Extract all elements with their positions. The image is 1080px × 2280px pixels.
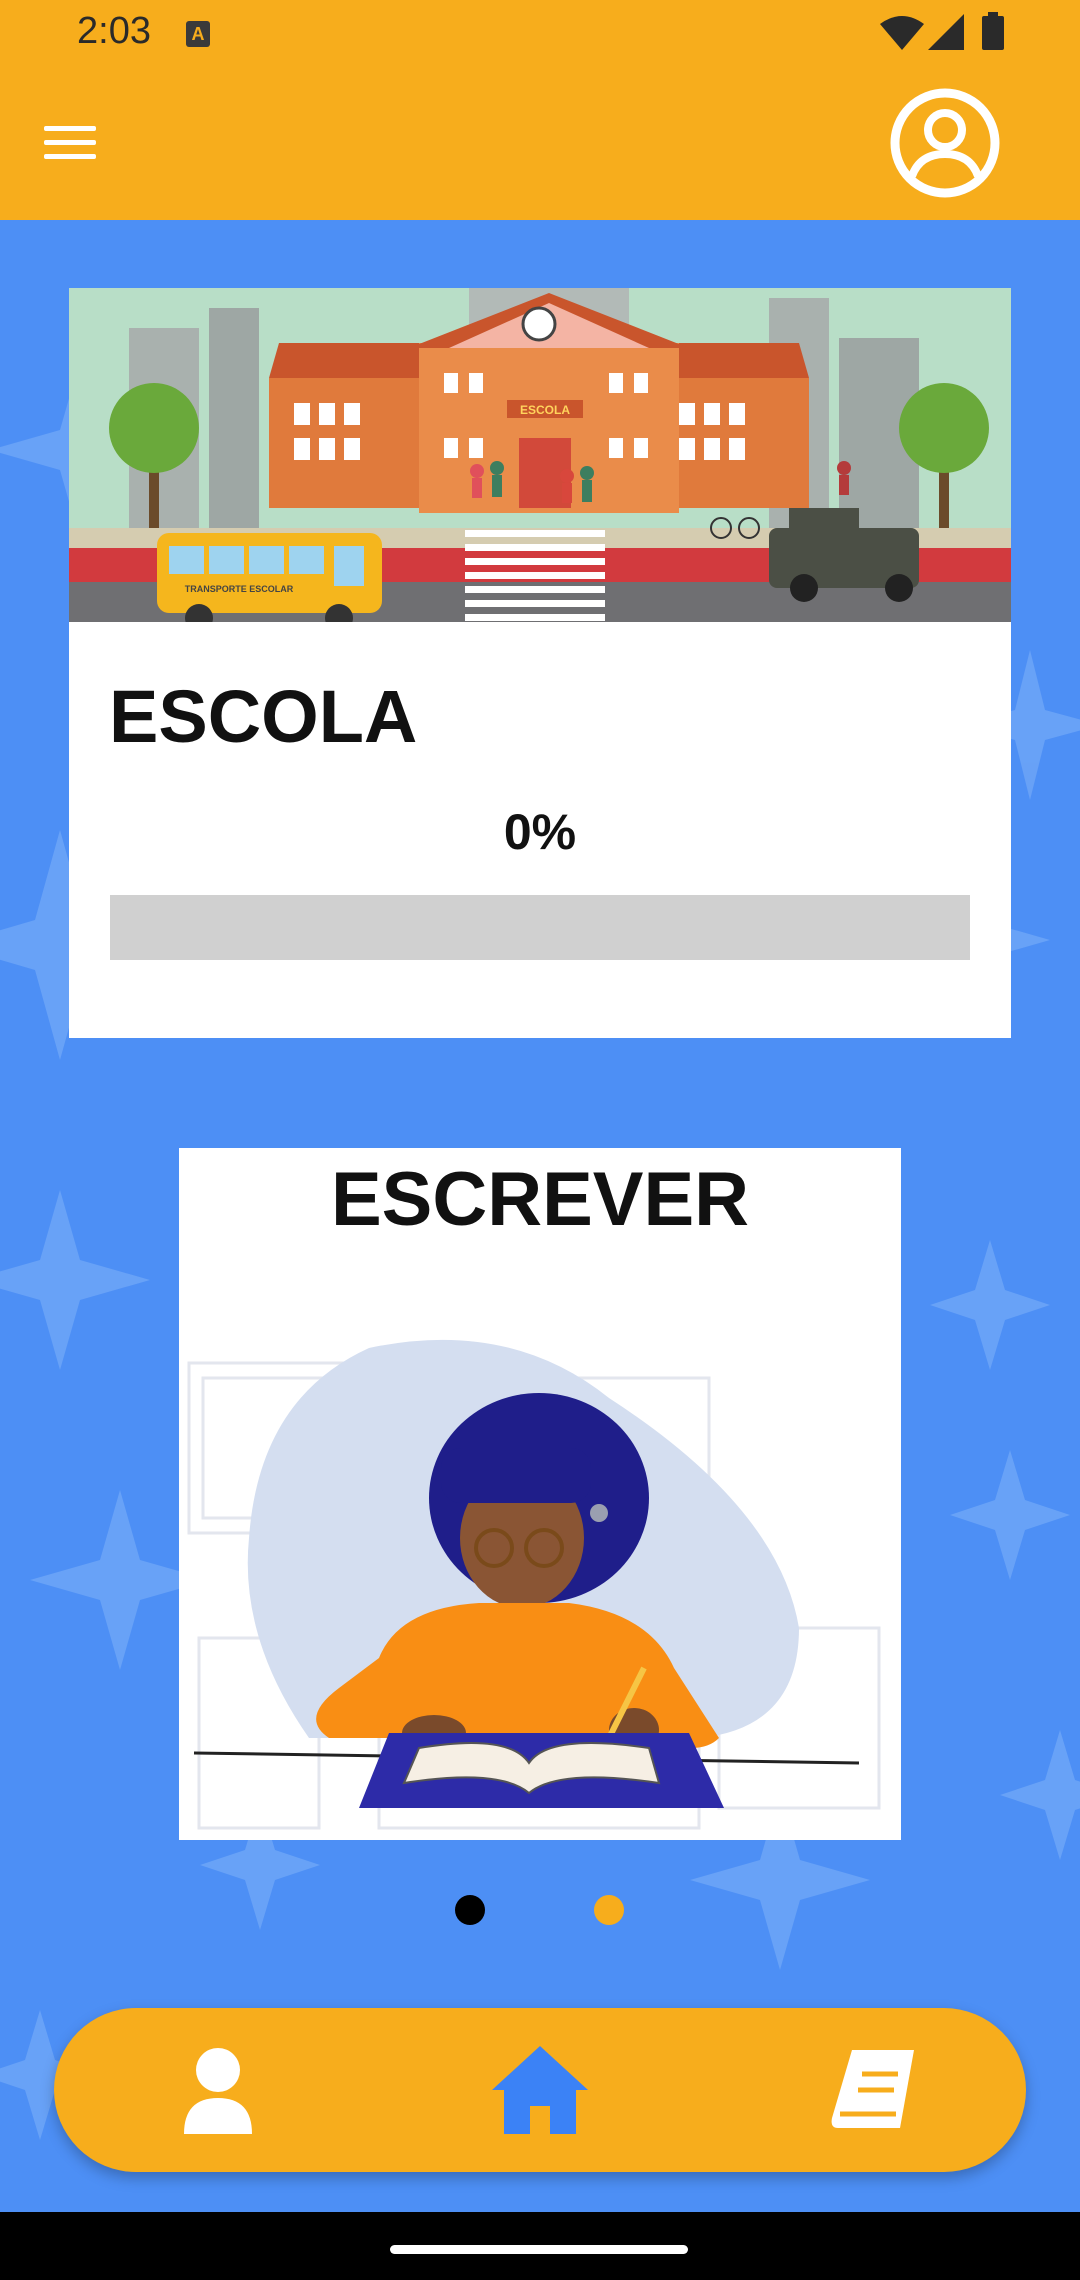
building-sign-text: ESCOLA xyxy=(520,403,570,417)
home-gesture-bar[interactable] xyxy=(390,2245,688,2254)
bus-sign-text: TRANSPORTE ESCOLAR xyxy=(185,584,294,594)
school-card-title: ESCOLA xyxy=(109,675,418,758)
school-scene-image: ESCOLA TRANSPORTE ESCOLAR xyxy=(69,288,1011,622)
progress-percentage: 0% xyxy=(503,804,577,860)
app-bar xyxy=(0,68,1080,220)
person-icon[interactable] xyxy=(166,2038,270,2142)
school-card[interactable]: ESCOLA TRANSPORTE ESCOLAR ESCOLA 0% xyxy=(69,288,1011,1038)
carousel-dot-2[interactable] xyxy=(594,1895,624,1925)
account-circle-icon[interactable] xyxy=(890,88,1000,198)
status-bar: 2:03 A xyxy=(0,0,1080,68)
bottom-navigation xyxy=(54,2008,1026,2172)
hamburger-menu-icon[interactable] xyxy=(44,126,96,164)
carousel-dot-1[interactable] xyxy=(455,1895,485,1925)
home-icon[interactable] xyxy=(488,2038,592,2142)
write-card[interactable]: ESCREVER xyxy=(179,1148,901,1840)
a-icon: A xyxy=(186,21,210,47)
writing-girl-image xyxy=(187,1339,881,1830)
system-navigation-bar xyxy=(0,2212,1080,2280)
signal-icon xyxy=(928,14,964,50)
book-icon[interactable] xyxy=(822,2038,926,2142)
status-time: 2:03 xyxy=(77,10,151,52)
write-card-title: ESCREVER xyxy=(330,1157,750,1242)
battery-icon xyxy=(982,12,1004,50)
wifi-icon xyxy=(880,16,924,50)
progress-bar xyxy=(110,895,970,960)
